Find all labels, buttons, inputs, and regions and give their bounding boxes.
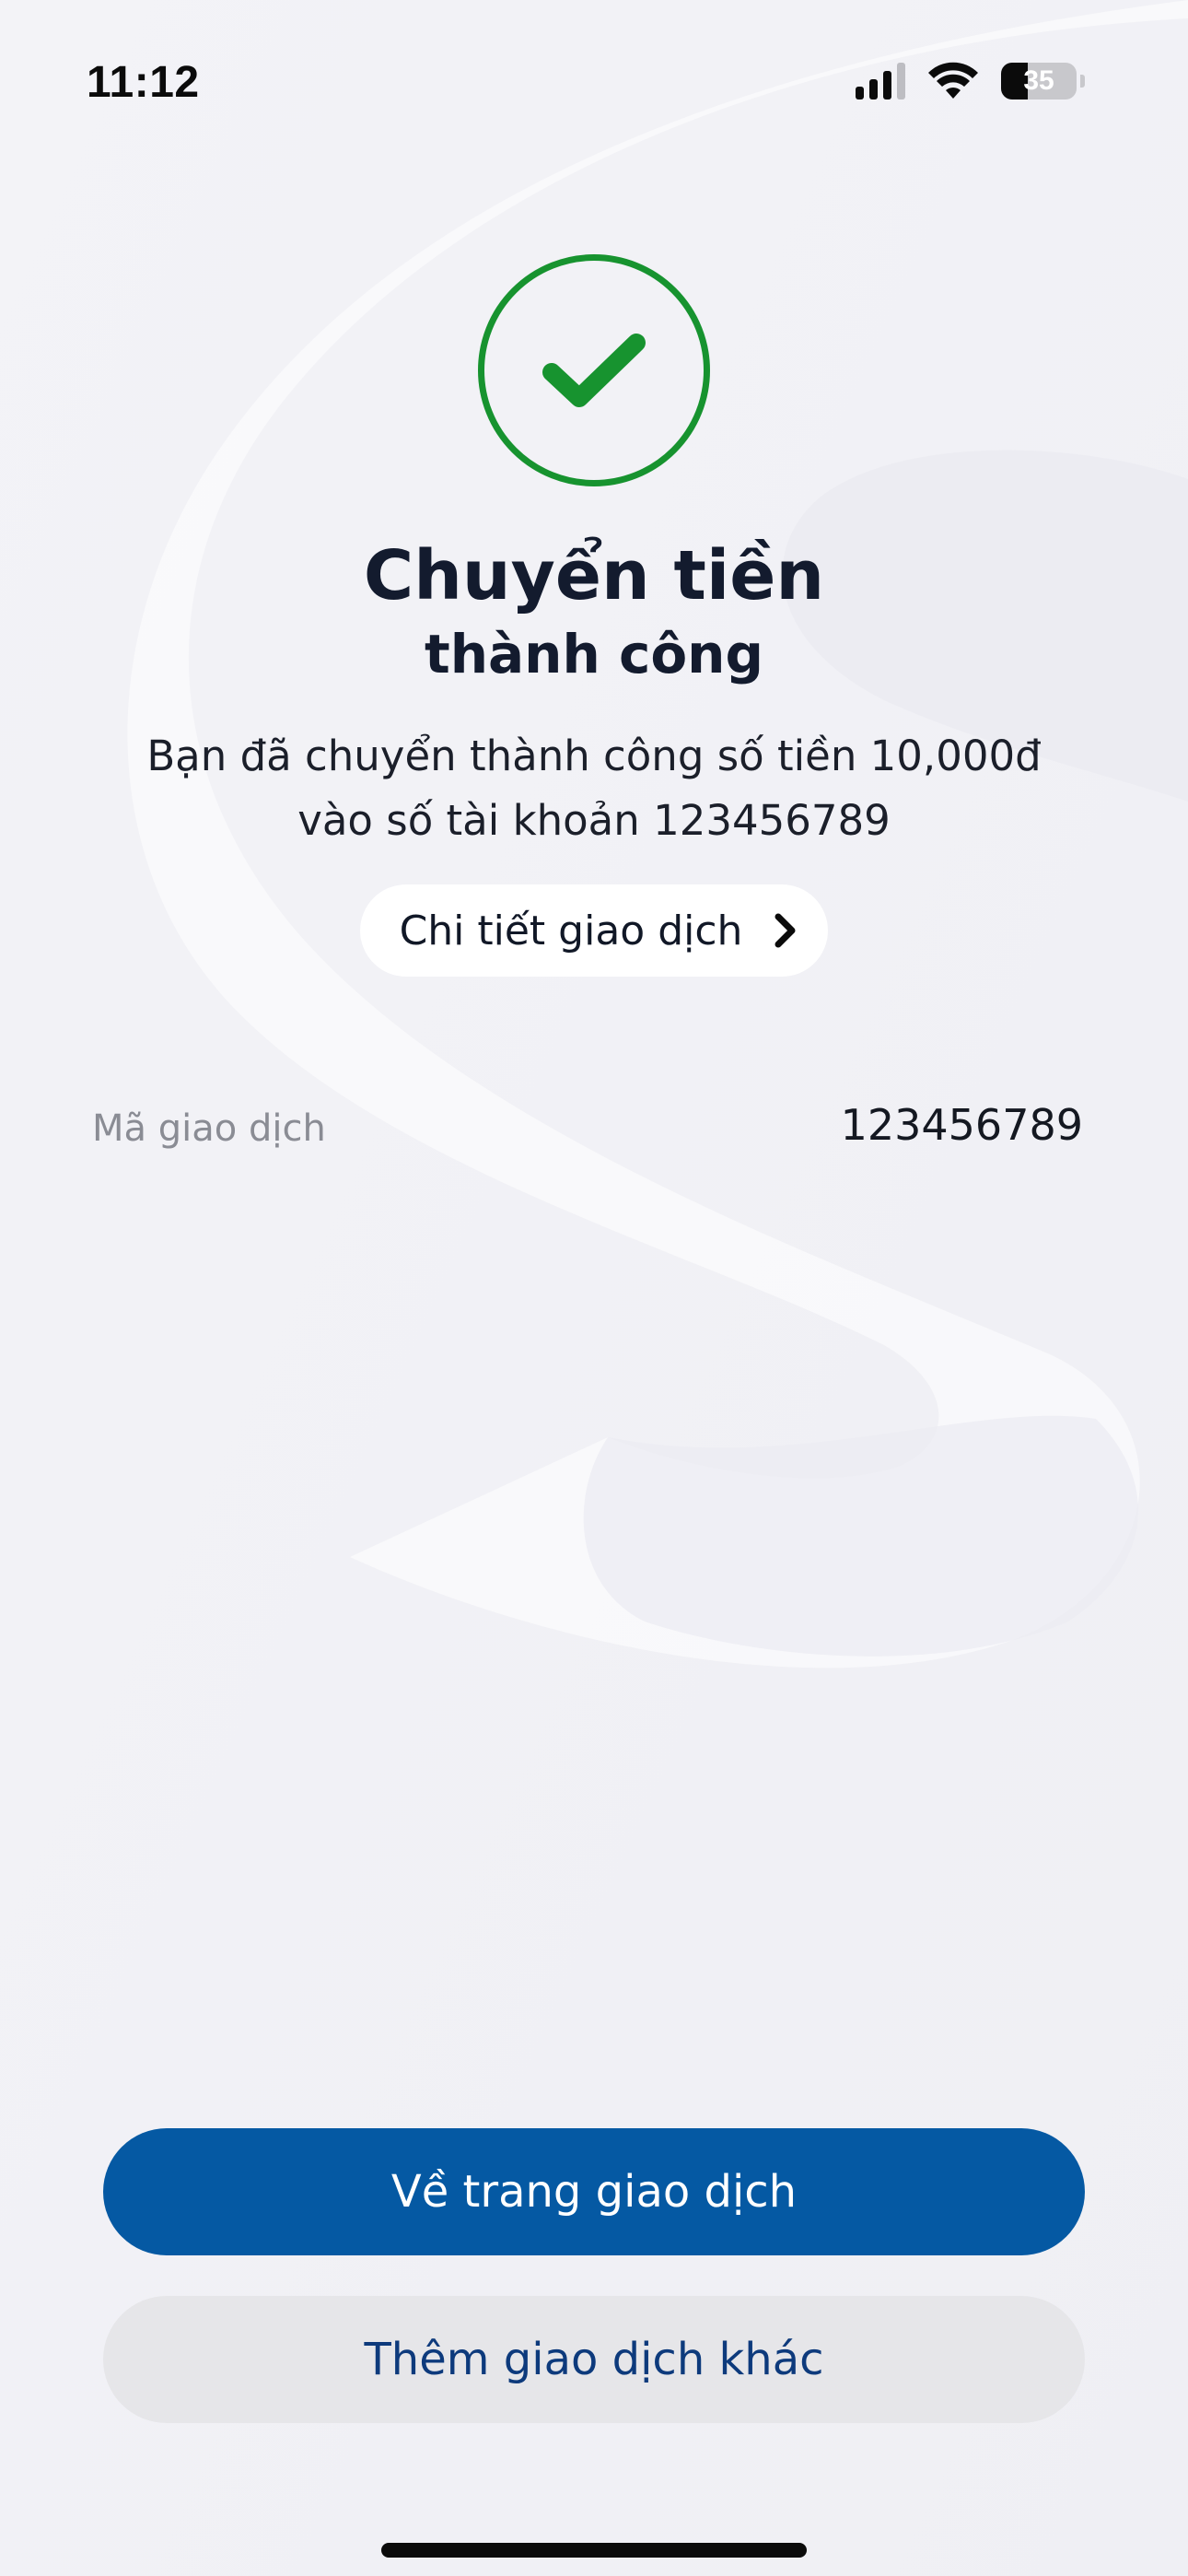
- result-message-line1: Bạn đã chuyển thành công số tiền 10,000đ: [146, 732, 1042, 780]
- transfer-success-screen: 11:12 35 Chuyển tiền thành công Bạn đã c…: [0, 0, 1188, 2576]
- status-time: 11:12: [87, 58, 200, 107]
- battery-icon: 35: [1001, 63, 1077, 100]
- signal-icon: [856, 63, 905, 100]
- result-subtitle: thành công: [425, 623, 763, 685]
- battery-cap: [1080, 75, 1085, 88]
- wifi-icon: [928, 62, 978, 99]
- chevron-right-icon: [775, 913, 796, 948]
- transaction-id-label: Mã giao dịch: [92, 1107, 326, 1150]
- battery-level: 35: [1023, 65, 1054, 96]
- transaction-id-value: 123456789: [840, 1100, 1083, 1150]
- back-to-transactions-button[interactable]: Về trang giao dịch: [103, 2128, 1085, 2255]
- check-icon: [542, 334, 646, 407]
- home-indicator[interactable]: [381, 2543, 807, 2558]
- transaction-detail-label: Chi tiết giao dịch: [399, 907, 743, 954]
- success-check-icon: [478, 254, 710, 486]
- result-title: Chuyển tiền: [363, 536, 825, 615]
- result-message: Bạn đã chuyển thành công số tiền 10,000đ…: [111, 724, 1077, 853]
- status-icons: 35: [856, 57, 1085, 105]
- result-message-line2: vào số tài khoản 123456789: [297, 796, 891, 845]
- new-transaction-button[interactable]: Thêm giao dịch khác: [103, 2296, 1085, 2423]
- transaction-detail-button[interactable]: Chi tiết giao dịch: [360, 884, 828, 977]
